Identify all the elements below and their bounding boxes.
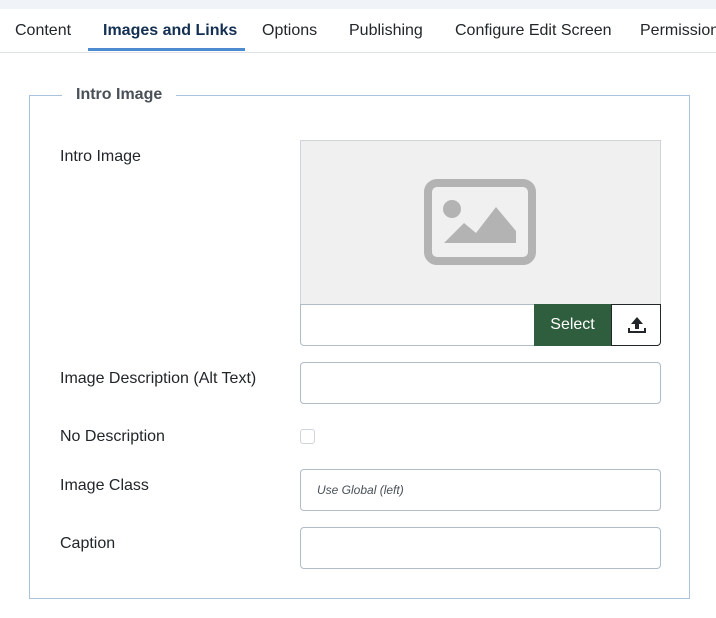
- image-preview: [300, 140, 661, 305]
- tab-images-and-links[interactable]: Images and Links: [103, 9, 237, 52]
- tab-bar: Content Images and Links Options Publish…: [0, 9, 716, 53]
- tab-content[interactable]: Content: [15, 9, 71, 52]
- no-description-label: No Description: [60, 428, 165, 445]
- active-tab-indicator: [88, 48, 245, 51]
- alt-text-input[interactable]: [300, 362, 661, 404]
- fieldset-legend: Intro Image: [62, 84, 177, 106]
- top-strip: [0, 0, 716, 9]
- image-placeholder-icon: [424, 179, 536, 270]
- no-description-checkbox[interactable]: [300, 429, 315, 444]
- alt-text-label: Image Description (Alt Text): [60, 370, 257, 387]
- upload-button[interactable]: [611, 304, 661, 346]
- tab-configure-edit-screen[interactable]: Configure Edit Screen: [455, 9, 612, 52]
- tab-publishing[interactable]: Publishing: [349, 9, 423, 52]
- caption-label: Caption: [60, 535, 116, 552]
- upload-icon: [628, 317, 646, 333]
- tab-options[interactable]: Options: [262, 9, 317, 52]
- image-class-input[interactable]: Use Global (left): [300, 469, 661, 511]
- image-class-label: Image Class: [60, 477, 149, 494]
- select-image-button[interactable]: Select: [534, 304, 611, 346]
- intro-image-url-input[interactable]: [300, 304, 535, 346]
- caption-input[interactable]: [300, 527, 661, 569]
- tab-permissions[interactable]: Permissions: [640, 9, 716, 52]
- intro-image-label: Intro Image: [60, 148, 141, 165]
